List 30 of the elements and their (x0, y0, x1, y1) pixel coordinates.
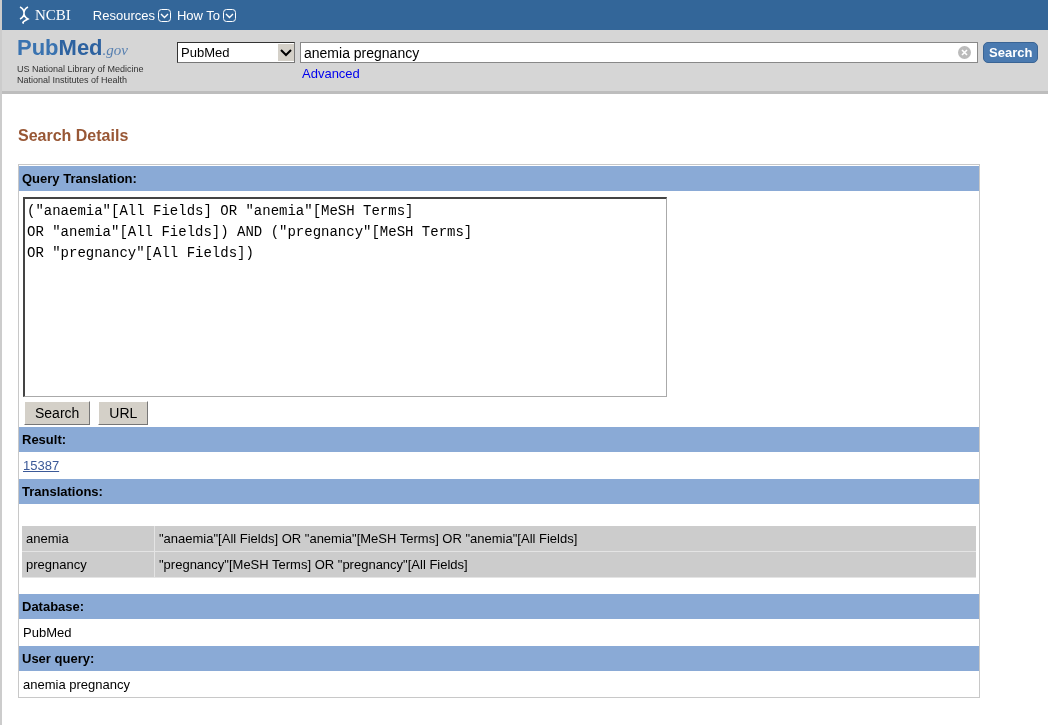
dna-helix-icon (18, 6, 30, 24)
term-cell: pregnancy (22, 552, 155, 577)
search-field[interactable]: anemia pregnancy (300, 42, 978, 63)
result-count-link[interactable]: 15387 (23, 457, 975, 473)
organization-name: US National Library of Medicine (17, 64, 145, 75)
chevron-down-icon (158, 8, 171, 22)
section-header: Query Translation: (19, 165, 979, 191)
translation-cell-text: "pregnancy"[MeSH Terms] OR "pregnancy"[All Fields] (158, 557, 468, 572)
section-header: Translations: (19, 478, 979, 504)
page-title: Search Details (18, 127, 130, 145)
pubmed-logo[interactable]: PubMed.gov (17, 36, 177, 62)
menu-button[interactable]: Resources (92, 7, 171, 23)
section-header: Database: (19, 593, 979, 619)
section-header: User query: (19, 645, 979, 671)
section-value: PubMed (23, 624, 73, 640)
clear-icon[interactable] (958, 46, 971, 59)
advanced-link[interactable]: Advanced (302, 66, 978, 81)
section-header: Result: (19, 426, 979, 452)
section-value: anemia pregnancy (23, 676, 131, 692)
query-button[interactable]: URL (98, 401, 149, 425)
query-textbox[interactable]: ("anaemia"[All Fields] OR "anemia"[MeSH Terms] OR "anemia"[All Fields]) AND ("pregnancy"[MeSH Terms] OR "pregnancy"[All Fields]) (23, 197, 667, 397)
brand-name[interactable]: NCBI (35, 6, 71, 24)
database-dropdown[interactable]: PubMed (177, 42, 295, 63)
query-button[interactable]: Search (24, 401, 91, 425)
search-button[interactable]: Search (983, 42, 1039, 63)
translation-cell-text: "anaemia"[All Fields] OR "anemia"[MeSH Terms] OR "anemia"[All Fields] (158, 531, 578, 546)
term-cell: anemia (22, 526, 155, 551)
menu-button[interactable]: How To (177, 7, 237, 23)
organization-name: National Institutes of Health (17, 75, 129, 86)
chevron-down-icon (223, 8, 237, 22)
